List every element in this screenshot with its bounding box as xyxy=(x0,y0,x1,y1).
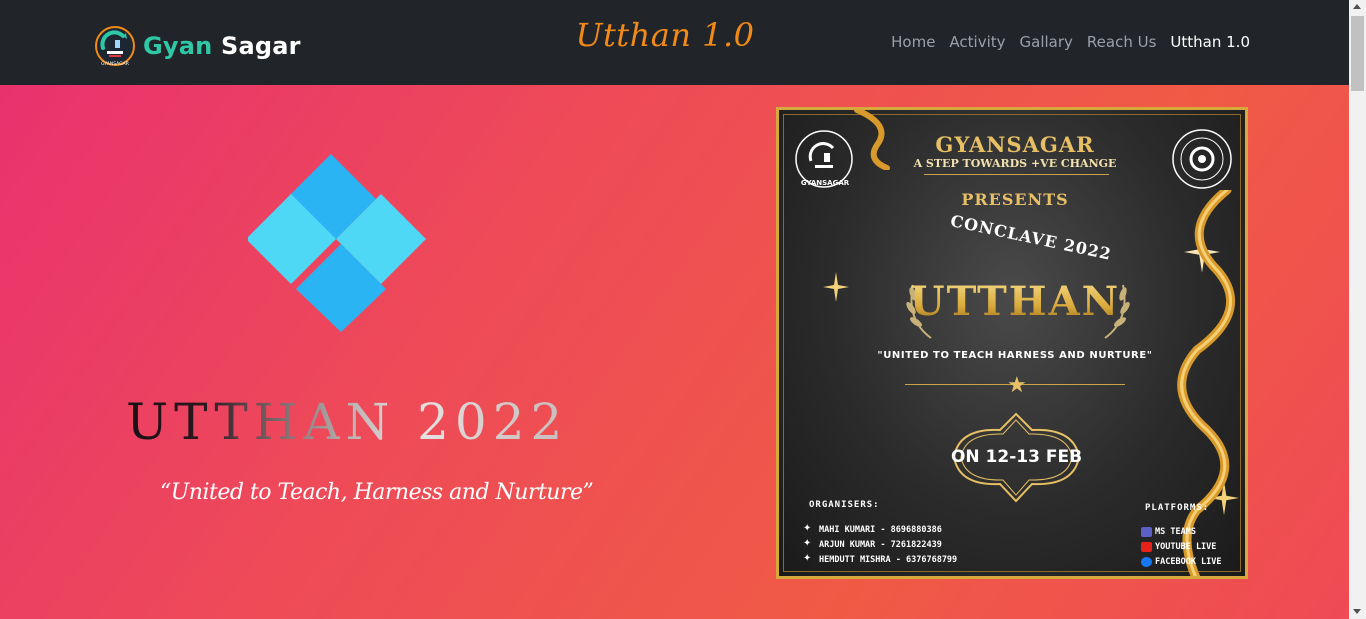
brand-name-part1: Gyan xyxy=(143,32,213,60)
top-navbar: GYANSAGAR Gyan Sagar Utthan 1.0 Home Act… xyxy=(0,0,1349,85)
hero-title: UTTHAN 2022 xyxy=(126,393,569,451)
gold-ribbon-top-icon xyxy=(854,110,890,170)
poster-date-badge: ON 12-13 FEB xyxy=(944,410,1089,505)
brand-name-part2: Sagar xyxy=(221,32,301,60)
nav-link-reach-us[interactable]: Reach Us xyxy=(1087,33,1157,51)
poster-organiser-1: MAHI KUMARI - 8696880386 xyxy=(819,525,942,535)
poster-platforms-heading: PLATFORMS: xyxy=(1145,503,1210,513)
main-nav: Home Activity Gallary Reach Us Utthan 1.… xyxy=(891,33,1250,52)
sparkle-bullet-icon: ✦ xyxy=(803,553,812,564)
vertical-scrollbar[interactable] xyxy=(1349,0,1366,619)
hero-section: UTTHAN 2022 “United to Teach, Harness an… xyxy=(0,85,1349,619)
sparkle-bullet-icon: ✦ xyxy=(803,538,812,549)
star-icon: ★ xyxy=(1007,372,1027,397)
poster-platform-2: YOUTUBE LIVE xyxy=(1155,542,1217,552)
poster-subtitle-underline xyxy=(924,174,1109,175)
poster-date: ON 12-13 FEB xyxy=(950,447,1083,467)
poster-platform-1: MS TEAMS xyxy=(1155,527,1196,537)
poster-left-logo-text: GYANSAGAR xyxy=(800,179,850,187)
facebook-icon xyxy=(1141,557,1152,567)
gold-ribbon-icon xyxy=(1177,190,1236,576)
poster-platform-3: FACEBOOK LIVE xyxy=(1155,557,1222,567)
scroll-up-arrow-icon[interactable] xyxy=(1353,4,1361,9)
hero-tagline: “United to Teach, Harness and Nurture” xyxy=(160,480,594,505)
poster-organiser-3: HEMDUTT MISHRA - 6376768799 xyxy=(819,555,958,565)
diamond-grid-logo-icon xyxy=(248,154,426,332)
event-poster: GYANSAGAR GYANSAGAR A STEP TOWARDS +VE C… xyxy=(776,107,1248,579)
scroll-down-arrow-icon[interactable] xyxy=(1353,609,1361,614)
poster-organiser-2: ARJUN KUMAR - 7261822439 xyxy=(819,540,942,550)
page-title: Utthan 1.0 xyxy=(575,16,755,54)
gyansagar-logo-icon: GYANSAGAR xyxy=(95,26,135,67)
nav-link-activity[interactable]: Activity xyxy=(949,33,1005,51)
brand-logo-text: GYANSAGAR xyxy=(101,61,129,67)
youtube-icon xyxy=(1141,542,1152,552)
brand-link[interactable]: GYANSAGAR Gyan Sagar xyxy=(93,24,301,68)
brand-name: Gyan Sagar xyxy=(143,32,301,60)
ms-teams-icon xyxy=(1141,527,1152,537)
nav-link-home[interactable]: Home xyxy=(891,33,935,51)
sparkle-bullet-icon: ✦ xyxy=(803,523,812,534)
poster-organisers-heading: ORGANISERS: xyxy=(809,500,880,510)
nav-link-gallary[interactable]: Gallary xyxy=(1020,33,1073,51)
sparkle-icon xyxy=(823,272,849,302)
nav-link-utthan[interactable]: Utthan 1.0 xyxy=(1170,33,1250,51)
scrollbar-thumb[interactable] xyxy=(1351,16,1364,91)
